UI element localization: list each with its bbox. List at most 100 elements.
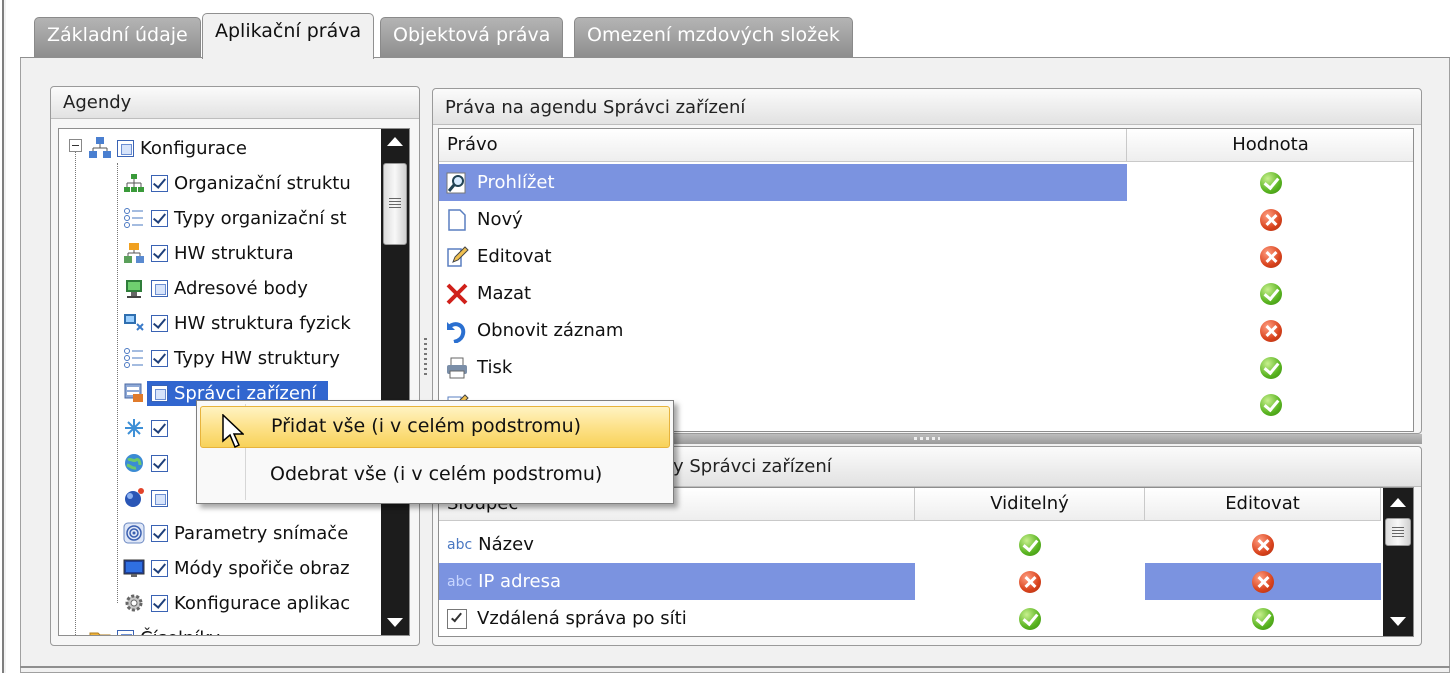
rights-group-title: Práva na agendu Správci zařízení bbox=[433, 89, 1421, 125]
scroll-down-icon[interactable] bbox=[387, 618, 403, 627]
tree-checkbox[interactable] bbox=[151, 419, 168, 437]
tree-item-konfigurace[interactable]: Konfigurace bbox=[89, 131, 247, 165]
right-label: Obnovit záznam bbox=[477, 320, 624, 341]
tree-item-adresove-body[interactable]: Adresové body bbox=[123, 271, 308, 305]
grip-icon bbox=[1392, 527, 1404, 537]
denied-icon[interactable] bbox=[1019, 570, 1041, 593]
tree-item-typy-hw-struktury[interactable]: Typy HW struktury bbox=[123, 341, 340, 375]
col-header-viditelny[interactable]: Viditelný bbox=[915, 488, 1145, 521]
tree-checkbox[interactable] bbox=[151, 244, 168, 262]
tree-checkbox[interactable] bbox=[151, 349, 168, 367]
rights-row[interactable]: Tisk bbox=[439, 349, 1413, 386]
tree-checkbox[interactable] bbox=[151, 454, 168, 472]
rights-row[interactable]: Nový bbox=[439, 201, 1413, 238]
columns-row[interactable]: Vzdálená správa po síti bbox=[439, 600, 1381, 636]
denied-icon[interactable] bbox=[1252, 570, 1274, 593]
tree-scrollbar[interactable] bbox=[381, 129, 409, 635]
tab-objektova-prava[interactable]: Objektová práva bbox=[380, 17, 564, 57]
tree-item-konfigurace-aplikaci[interactable]: Konfigurace aplikac bbox=[123, 586, 350, 620]
tree-checkbox[interactable] bbox=[151, 594, 168, 612]
right-label: Tisk bbox=[477, 357, 513, 378]
vertical-splitter[interactable] bbox=[422, 88, 430, 644]
rights-grid[interactable]: Právo Hodnota Prohlížet Nový Editovat Ma… bbox=[438, 128, 1414, 432]
fingerprint-icon bbox=[123, 522, 145, 544]
tree-checkbox[interactable] bbox=[151, 314, 168, 332]
denied-icon[interactable] bbox=[1260, 245, 1282, 268]
tree-item-typy-organizacni[interactable]: Typy organizační st bbox=[123, 201, 347, 235]
rights-row[interactable]: Editovat bbox=[439, 238, 1413, 275]
columns-scrollbar[interactable] bbox=[1383, 488, 1413, 636]
menu-item-label: Odebrat vše (i v celém podstromu) bbox=[270, 463, 603, 485]
hw-structure-icon bbox=[123, 242, 145, 264]
tree-checkbox[interactable] bbox=[151, 524, 168, 542]
tree-checkbox[interactable] bbox=[151, 174, 168, 192]
content-bottom-border bbox=[20, 666, 1450, 668]
tree-item-parametry-snimace[interactable]: Parametry snímače bbox=[123, 516, 348, 550]
allowed-icon[interactable] bbox=[1252, 607, 1274, 630]
magnifier-icon bbox=[445, 171, 469, 195]
context-menu: Přidat vše (i v celém podstromu) Odebrat… bbox=[196, 400, 674, 504]
tree-checkbox[interactable] bbox=[151, 279, 168, 297]
tree-item-organizacni-struktura[interactable]: Organizační struktu bbox=[123, 166, 351, 200]
allowed-icon[interactable] bbox=[1260, 393, 1282, 416]
column-label: IP adresa bbox=[478, 571, 561, 592]
device-manager-icon bbox=[123, 382, 145, 404]
scroll-up-icon[interactable] bbox=[387, 137, 403, 146]
tree-item-mody-sporice[interactable]: Módy spořiče obraz bbox=[123, 551, 350, 585]
denied-icon[interactable] bbox=[1260, 319, 1282, 342]
globe-icon bbox=[123, 452, 145, 474]
tree-checkbox[interactable] bbox=[117, 629, 134, 635]
tree-checkbox[interactable] bbox=[151, 559, 168, 577]
scroll-thumb[interactable] bbox=[383, 163, 407, 245]
agendas-group-title: Agendy bbox=[51, 87, 419, 119]
tab-label: Aplikační práva bbox=[215, 20, 362, 42]
list-types-icon bbox=[123, 207, 145, 229]
allowed-icon[interactable] bbox=[1260, 171, 1282, 194]
columns-grid[interactable]: Sloupec Viditelný Editovat abc Název abc… bbox=[438, 487, 1414, 637]
column-label: Název bbox=[478, 534, 534, 555]
tree-item-hidden-3[interactable] bbox=[123, 481, 174, 515]
rights-row[interactable]: Prohlížet bbox=[439, 164, 1413, 201]
tab-omezeni-mzdovych-slozek[interactable]: Omezení mzdových složek bbox=[574, 17, 853, 57]
tree-checkbox[interactable] bbox=[151, 209, 168, 227]
denied-icon[interactable] bbox=[1252, 533, 1274, 556]
hw-physical-icon bbox=[123, 312, 145, 334]
org-structure-icon bbox=[123, 172, 145, 194]
tab-label: Objektová práva bbox=[393, 24, 551, 46]
menu-item-odebrat-vse[interactable]: Odebrat vše (i v celém podstromu) bbox=[200, 455, 670, 497]
col-header-editovat[interactable]: Editovat bbox=[1145, 488, 1381, 521]
tree-item-label: Číselníky bbox=[140, 628, 220, 636]
tree-checkbox[interactable] bbox=[151, 489, 168, 507]
right-label: Nový bbox=[477, 209, 523, 230]
grip-icon bbox=[389, 198, 401, 208]
scroll-thumb[interactable] bbox=[1385, 518, 1411, 546]
tree-item-ciselniky[interactable]: Číselníky bbox=[89, 621, 220, 636]
tree-checkbox[interactable] bbox=[117, 139, 134, 157]
menu-item-pridat-vse[interactable]: Přidat vše (i v celém podstromu) bbox=[200, 406, 670, 448]
columns-row[interactable]: abc Název bbox=[439, 526, 1381, 563]
menu-item-label: Přidat vše (i v celém podstromu) bbox=[271, 415, 582, 437]
allowed-icon[interactable] bbox=[1019, 607, 1041, 630]
tab-aplikacni-prava[interactable]: Aplikační práva bbox=[202, 13, 375, 59]
agendas-tree[interactable]: Konfigurace Organizační struktu Typy org… bbox=[58, 128, 410, 636]
col-header-hodnota[interactable]: Hodnota bbox=[1127, 129, 1413, 162]
scroll-up-icon[interactable] bbox=[1390, 498, 1406, 507]
allowed-icon[interactable] bbox=[1260, 356, 1282, 379]
tree-item-label: Konfigurace bbox=[140, 137, 247, 159]
rights-row[interactable]: Obnovit záznam bbox=[439, 312, 1413, 349]
tree-item-hw-struktura-fyzicka[interactable]: HW struktura fyzick bbox=[123, 306, 351, 340]
tab-zakladni-udaje[interactable]: Základní údaje bbox=[34, 17, 201, 57]
allowed-icon[interactable] bbox=[1260, 282, 1282, 305]
col-header-pravo[interactable]: Právo bbox=[439, 129, 1127, 162]
denied-icon[interactable] bbox=[1260, 208, 1282, 231]
columns-row[interactable]: abc IP adresa bbox=[439, 563, 1381, 600]
allowed-icon[interactable] bbox=[1019, 533, 1041, 556]
scroll-down-icon[interactable] bbox=[1390, 617, 1406, 626]
tree-item-hidden-1[interactable] bbox=[123, 411, 174, 445]
tree-item-hidden-2[interactable] bbox=[123, 446, 174, 480]
tree-item-label: Organizační struktu bbox=[174, 172, 351, 194]
rights-row[interactable]: Mazat bbox=[439, 275, 1413, 312]
tree-checkbox[interactable] bbox=[151, 384, 168, 402]
collapse-toggle-icon[interactable] bbox=[69, 139, 82, 152]
tree-item-hw-struktura[interactable]: HW struktura bbox=[123, 236, 294, 270]
